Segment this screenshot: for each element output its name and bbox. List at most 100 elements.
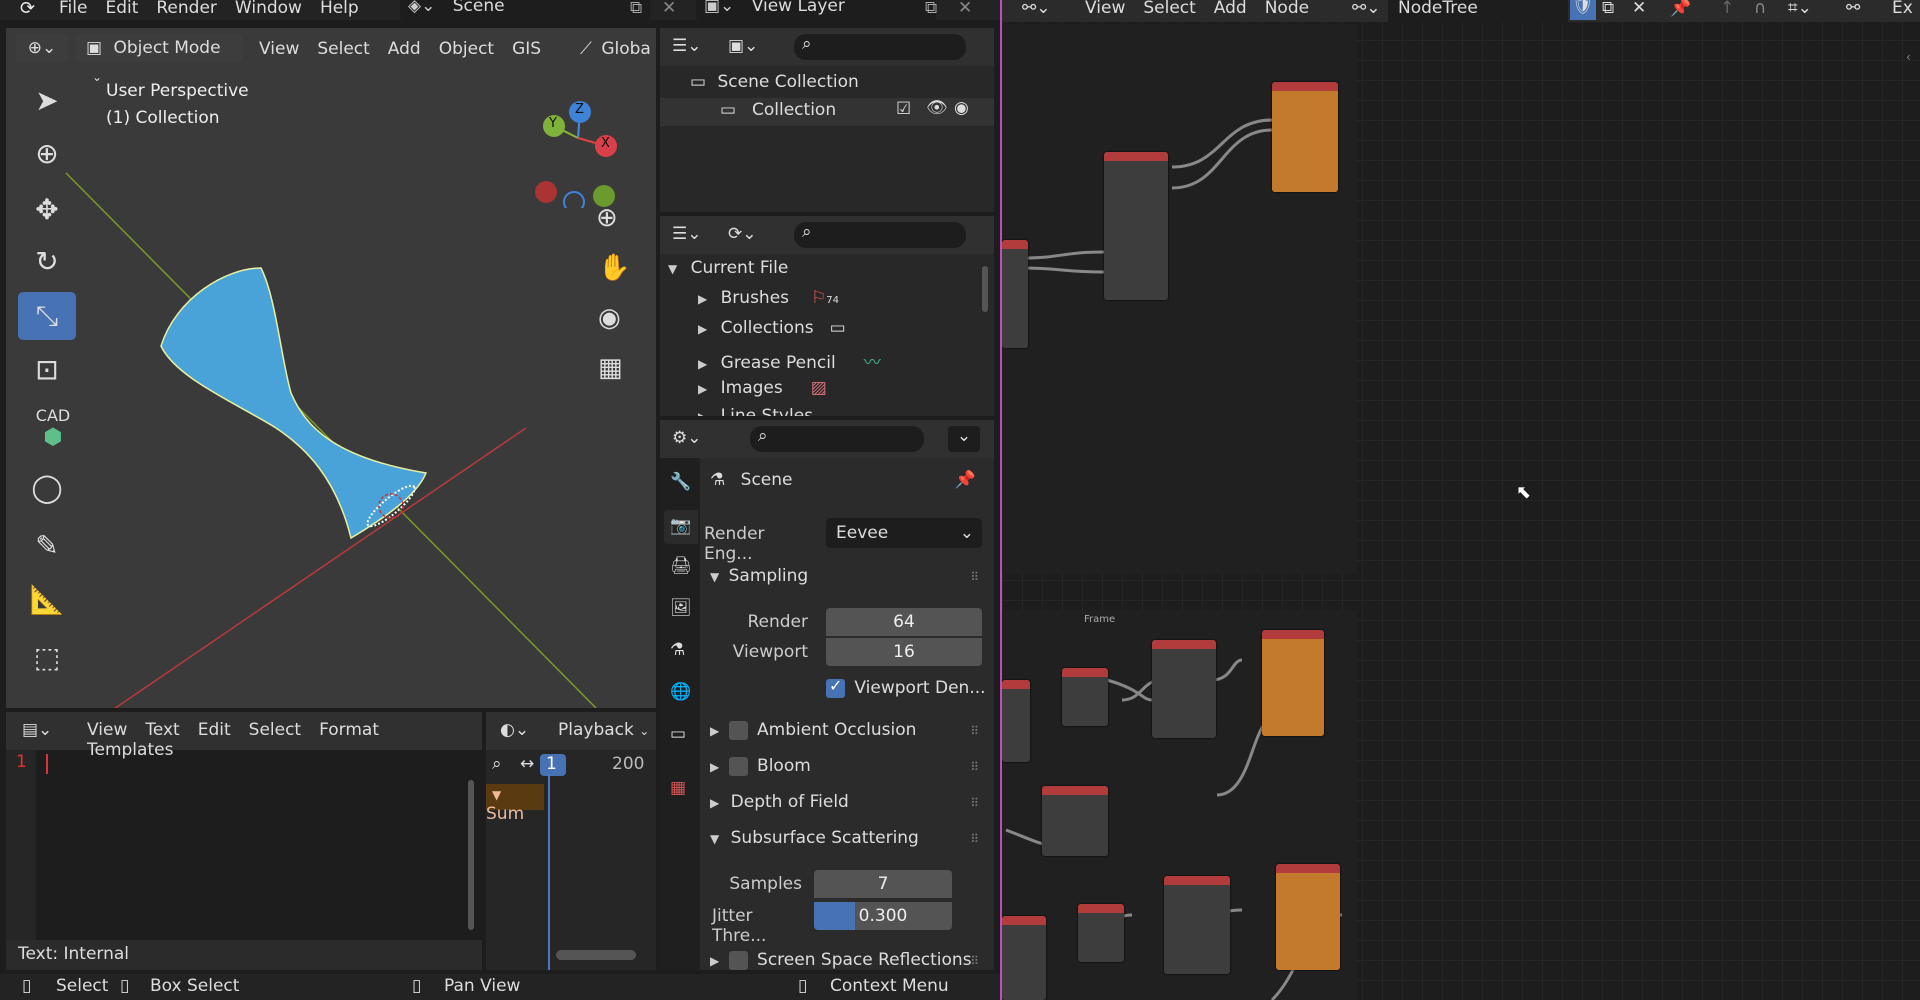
brushes-row[interactable]: ▶ Brushes ⚐74 [698, 288, 839, 308]
node-header[interactable] [1042, 786, 1108, 795]
new-view-layer-icon[interactable]: ⧉ [925, 0, 937, 18]
node-matrix-in-1[interactable] [1152, 640, 1216, 738]
scene-selector[interactable]: ◈⌄ Scene [400, 0, 650, 20]
node-editor[interactable]: ⚯⌄ View Select Add Node ⚯⌄ NodeTree 🛡 ⧉ ✕ 📌… [1000, 0, 1920, 1000]
drag-grip-icon[interactable]: ⠿ [970, 954, 979, 968]
tab-render-icon[interactable]: 📷 [664, 510, 698, 544]
blendfile-mode-icon[interactable]: ⟳⌄ [728, 224, 757, 244]
render-samples-field[interactable]: 64 [826, 608, 982, 636]
cursor-tool-icon[interactable]: ⊕ [18, 130, 76, 178]
move-tool-icon[interactable]: ✥ [18, 186, 76, 234]
jitter-slider[interactable]: 0.300 [814, 902, 952, 930]
editor-type-button[interactable]: ⊕⌄ [16, 34, 68, 62]
properties-type-icon[interactable]: ⚙⌄ [672, 428, 701, 448]
render-engine-select[interactable]: Eevee ⌄ [826, 518, 982, 548]
drag-grip-icon[interactable]: ⠿ [970, 724, 979, 738]
add-cube-tool-icon[interactable]: ⬚ [18, 634, 76, 682]
node-range-partial[interactable] [1002, 680, 1030, 762]
line-styles-row[interactable]: ▶ Line Styles [698, 406, 813, 416]
tab-tool-icon[interactable]: 🔧 [670, 472, 691, 492]
ssr-panel-header[interactable]: ▶ Screen Space Reflections ⠿ [710, 950, 982, 970]
outliner-type-icon[interactable]: ☰⌄ [672, 36, 701, 56]
mode-selector[interactable]: ▣ Object Mode ⌄ [76, 34, 242, 84]
node-viewer-draw-bottom[interactable] [1276, 864, 1340, 970]
outliner[interactable]: ☰⌄ ▣⌄ ⌕ ▭ Scene Collection ▭ Collection … [660, 28, 994, 212]
view-layer-selector[interactable]: ▣⌄ View Layer [696, 0, 936, 20]
timeline-scrub-icon[interactable]: ↔ [520, 754, 534, 774]
tab-view-layer-icon[interactable]: 🖼 [670, 598, 692, 618]
tab-texture-icon[interactable]: ▦ [670, 778, 686, 798]
drag-grip-icon[interactable]: ⠿ [970, 570, 979, 584]
navigation-gizmo[interactable]: Y Z X [526, 98, 626, 218]
menu-object[interactable]: Object [430, 39, 503, 59]
rotate-tool-icon[interactable]: ↻ [18, 238, 76, 286]
annotate-select-icon[interactable]: ◯ [18, 464, 76, 512]
delete-view-layer-icon[interactable]: ✕ [958, 0, 972, 18]
tab-scene-icon[interactable]: ⚗ [670, 640, 685, 660]
node-range-partial-2[interactable] [1002, 916, 1046, 1000]
bloom-checkbox[interactable] [728, 756, 748, 776]
node-left-partial[interactable] [1002, 240, 1028, 348]
node-list-repeater[interactable] [1042, 786, 1108, 856]
menu-gis[interactable]: GIS [503, 39, 550, 59]
drag-grip-icon[interactable]: ⠿ [970, 832, 979, 846]
display-mode-icon[interactable]: ▣⌄ [728, 36, 758, 56]
current-file-row[interactable]: ▼ Current File [668, 258, 788, 278]
delete-scene-icon[interactable]: ✕ [662, 0, 676, 18]
transform-tool-icon[interactable]: ⊡ [18, 346, 76, 394]
images-row[interactable]: ▶ Images ▨ [698, 378, 827, 398]
bloom-panel-header[interactable]: ▶ Bloom ⠿ [710, 756, 982, 776]
outliner-search-input[interactable]: ⌕ [794, 34, 966, 60]
menu-view[interactable]: View [250, 39, 308, 59]
properties-search-input[interactable]: ⌕ [750, 426, 924, 452]
exclude-checkbox-icon[interactable]: ☑ [896, 99, 911, 119]
sampling-panel-header[interactable]: ▼ Sampling ⠿ [710, 566, 982, 586]
render-camera-icon[interactable]: ◉ [954, 98, 969, 118]
menu-window[interactable]: Window [226, 0, 311, 18]
te-menu-format[interactable]: Format [310, 720, 388, 740]
annotate-tool-icon[interactable]: ✎ [18, 522, 76, 570]
text-scrollbar[interactable] [468, 780, 474, 930]
scene-collection-row[interactable]: ▭ Scene Collection [690, 72, 859, 92]
menu-select[interactable]: Select [308, 39, 378, 59]
transform-orientation[interactable]: ⟋ Globa [580, 39, 651, 59]
current-frame[interactable]: 1 [540, 754, 566, 776]
te-menu-view[interactable]: View [78, 720, 136, 740]
te-menu-select[interactable]: Select [240, 720, 310, 740]
timeline-type-icon[interactable]: ◐⌄ [500, 720, 529, 740]
node-header[interactable] [1152, 640, 1216, 649]
viewport-denoise-checkbox[interactable] [826, 676, 845, 698]
drag-grip-icon[interactable]: ⠿ [970, 760, 979, 774]
node-header[interactable] [1272, 82, 1338, 91]
ao-panel-header[interactable]: ▶ Ambient Occlusion ⠿ [710, 720, 982, 740]
node-header[interactable] [1062, 668, 1108, 677]
timeline-search-icon[interactable]: ⌕ [492, 754, 502, 774]
viewport-samples-field[interactable]: 16 [826, 638, 982, 666]
text-editor-type-icon[interactable]: ▤⌄ [22, 720, 52, 740]
node-header[interactable] [1002, 240, 1028, 249]
eye-icon[interactable]: 👁 [926, 98, 948, 118]
viewport-denoise-row[interactable]: Viewport Den... [826, 676, 986, 698]
menu-file[interactable]: File [50, 0, 96, 18]
new-scene-icon[interactable]: ⧉ [630, 0, 642, 18]
timeline[interactable]: ◐⌄ Playback ⌄ ⌕ ↔ 1 200 ▼ Sum [486, 712, 656, 970]
node-header[interactable] [1164, 876, 1230, 885]
zoom-icon[interactable]: ⊕ [596, 203, 618, 233]
node-header[interactable] [1002, 916, 1046, 925]
grease-pencil-row[interactable]: ▶ Grease Pencil 〰 [698, 348, 881, 373]
tab-output-icon[interactable]: 🖨 [670, 556, 692, 576]
node-matrix-in-2[interactable] [1164, 876, 1230, 974]
node-vector-in-1[interactable] [1062, 668, 1108, 726]
dof-panel-header[interactable]: ▶ Depth of Field ⠿ [710, 792, 982, 812]
pan-hand-icon[interactable]: ✋ [598, 253, 630, 283]
te-menu-text[interactable]: Text [136, 720, 188, 740]
node-solidify[interactable] [1104, 152, 1168, 300]
menu-help[interactable]: Help [311, 0, 368, 18]
scale-tool-icon[interactable]: ⤡ [18, 292, 76, 340]
drag-grip-icon[interactable]: ⠿ [970, 796, 979, 810]
te-menu-edit[interactable]: Edit [189, 720, 240, 740]
node-header[interactable] [1002, 680, 1030, 689]
tab-collection-icon[interactable]: ▭ [670, 724, 686, 744]
collection-row[interactable]: ▭ Collection ☑ 👁 ◉ [660, 98, 994, 126]
timeline-scrollbar[interactable] [556, 950, 636, 960]
